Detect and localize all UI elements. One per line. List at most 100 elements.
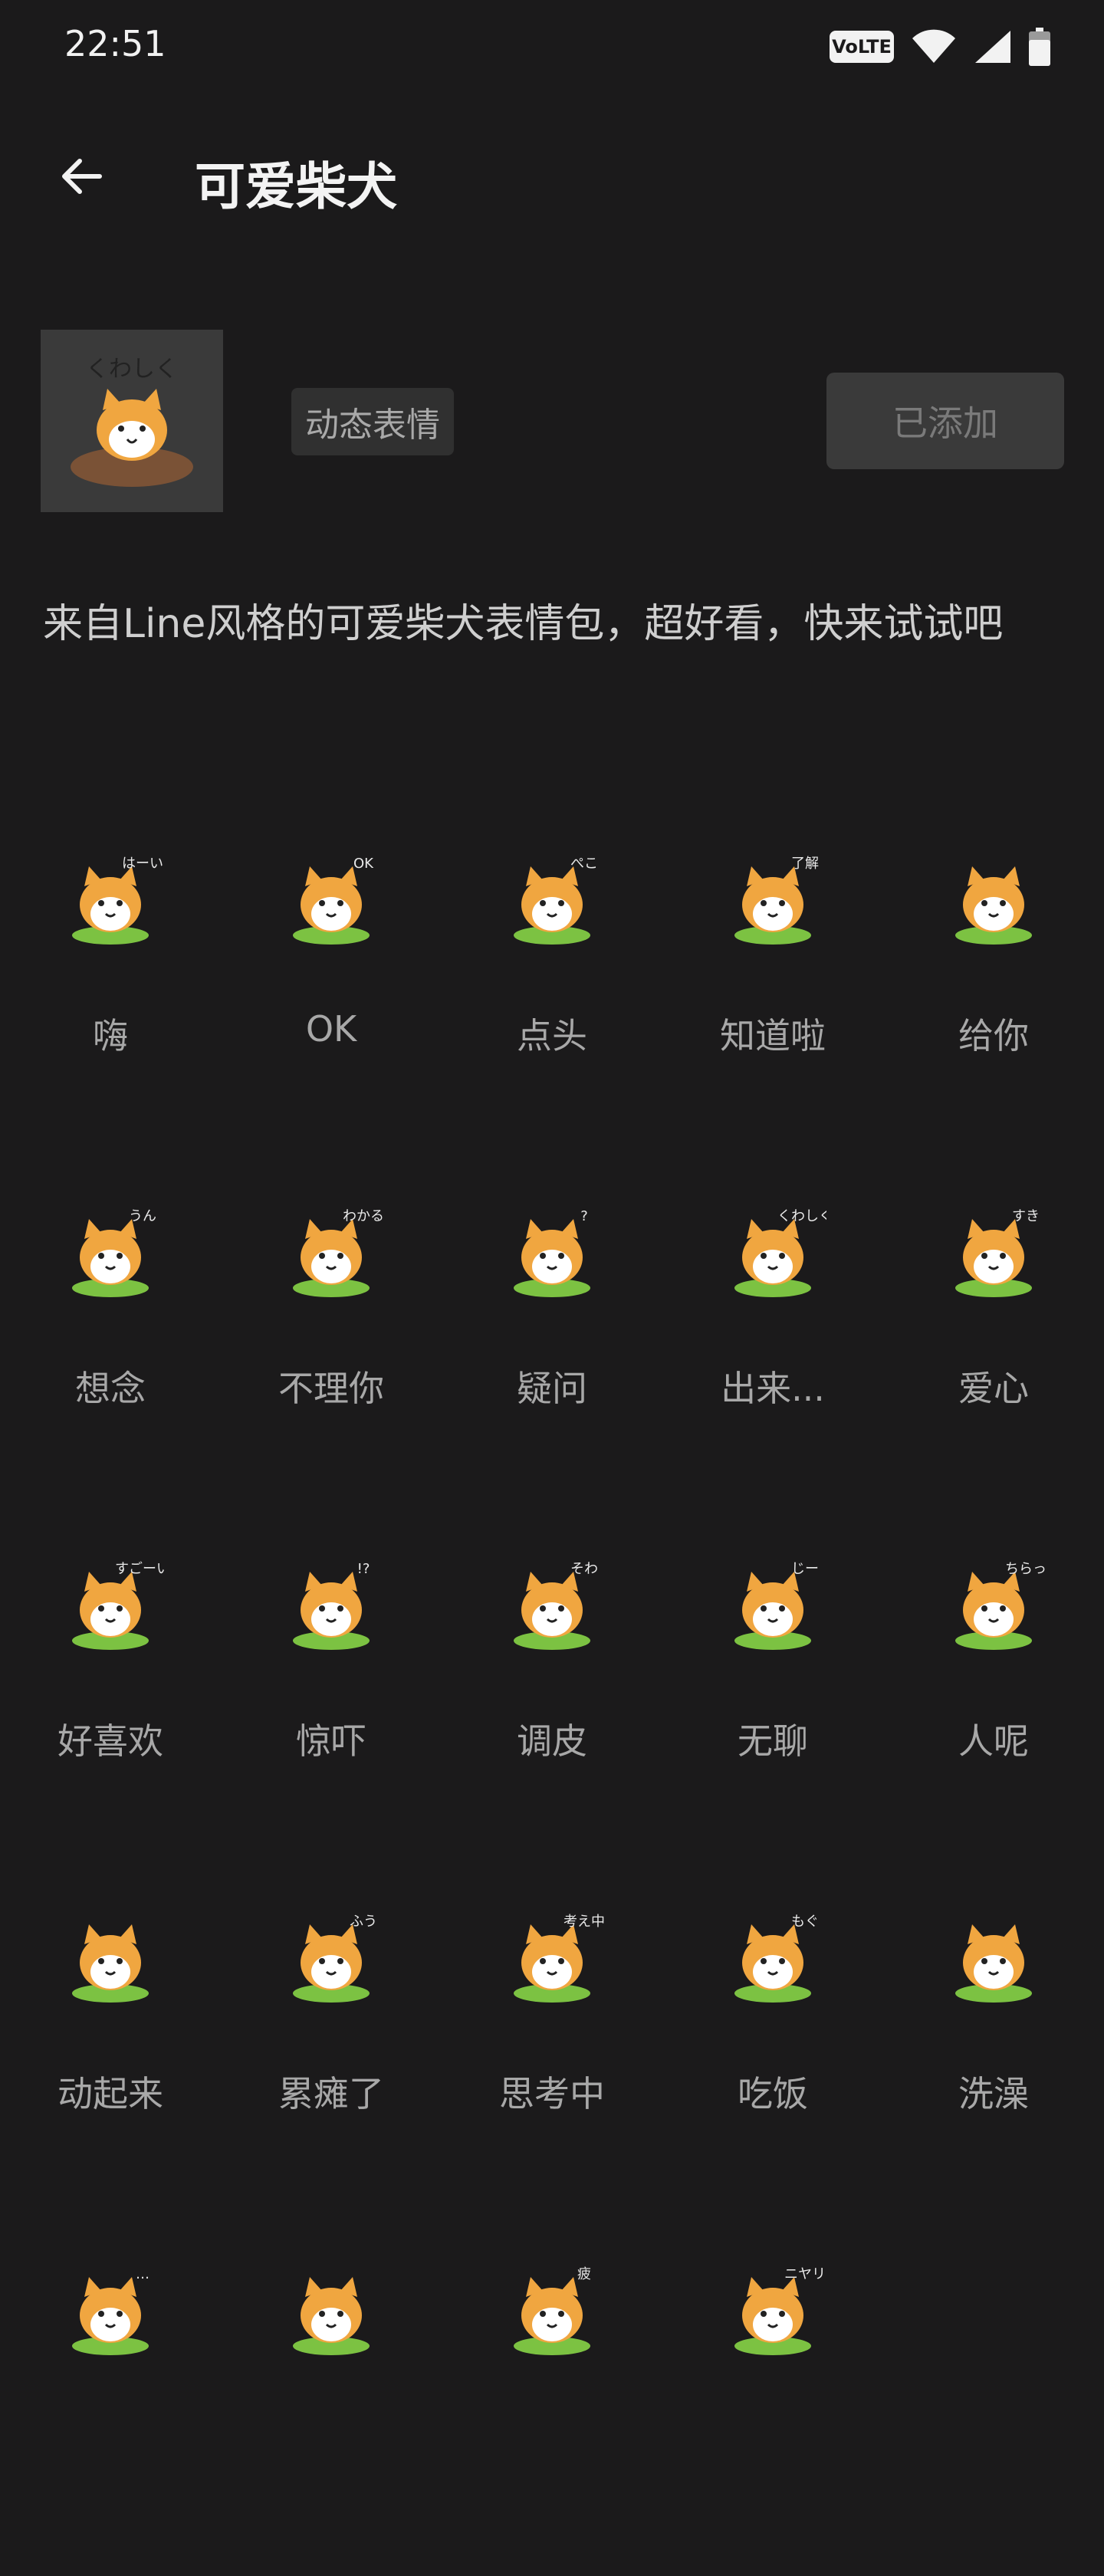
status-time: 22:51 (64, 23, 166, 64)
shiba-dig-thumb-icon: くわしく (71, 356, 193, 487)
sticker-item[interactable]: 给你 (883, 813, 1104, 1165)
sticker-caption: すき (1012, 1208, 1040, 1224)
sticker-caption: くわしく (777, 1208, 826, 1224)
status-icons: VoLTE (830, 28, 1050, 66)
sticker-label: 惊吓 (296, 1720, 366, 1762)
sticker-item[interactable]: !? 惊吓 (221, 1518, 442, 1871)
sticker-item[interactable]: もぐ 吃饭 (662, 1871, 883, 2223)
sticker-label: 给你 (958, 1015, 1029, 1056)
sticker-label: 知道啦 (720, 1015, 826, 1056)
sticker-item[interactable]: ニヤリ (662, 2223, 883, 2576)
sticker-item[interactable]: ふう 累瘫了 (221, 1871, 442, 2223)
shiba-leash-icon (293, 2277, 370, 2355)
sticker-label: 人呢 (958, 1720, 1029, 1762)
sticker-caption: はーい (122, 856, 163, 872)
shiba-give-icon (955, 866, 1032, 945)
sticker-item[interactable]: そわ 调皮 (442, 1518, 662, 1871)
sticker-caption: もぐ (791, 1914, 819, 1930)
sticker-item[interactable]: じー 无聊 (662, 1518, 883, 1871)
shiba-sign-icon: 了解 (734, 856, 819, 945)
sticker-item[interactable] (221, 2223, 442, 2576)
shiba-eat-icon: もぐ (734, 1914, 819, 2003)
sticker-item[interactable]: 动起来 (0, 1871, 221, 2223)
shiba-think-icon: 考え中 (514, 1914, 605, 2003)
shiba-heart-icon: すき (955, 1208, 1040, 1297)
page-title: 可爱柴犬 (195, 157, 397, 216)
app-bar: 可爱柴犬 (0, 130, 1104, 222)
sticker-caption: ? (580, 1208, 588, 1224)
sticker-caption: うん (129, 1208, 156, 1224)
sticker-item[interactable]: ぺこ 点头 (442, 813, 662, 1165)
sticker-caption: !? (357, 1561, 370, 1577)
sticker-caption: OK (353, 856, 374, 872)
sticker-caption: わかる (343, 1208, 384, 1224)
volte-icon: VoLTE (830, 31, 894, 63)
wifi-icon (912, 29, 955, 63)
sticker-item[interactable]: わかる 不理你 (221, 1165, 442, 1518)
shiba-peek-icon: じー (734, 1561, 819, 1650)
sticker-item[interactable]: OK OK (221, 813, 442, 1165)
cell-signal-icon (975, 31, 1010, 63)
sticker-caption: 疲 (577, 2266, 591, 2282)
pack-thumbnail: くわしく (41, 330, 223, 512)
added-button[interactable]: 已添加 (826, 373, 1064, 469)
sticker-item[interactable]: すごーい 好喜欢 (0, 1518, 221, 1871)
arrow-back-icon (62, 159, 102, 194)
sticker-caption: ぺこ (570, 856, 598, 872)
sticker-caption: 了解 (791, 856, 819, 872)
shiba-roll-icon (72, 1924, 149, 2003)
sticker-caption: … (136, 2266, 150, 2282)
sticker-item[interactable]: ? 疑问 (442, 1165, 662, 1518)
battery-icon (1029, 28, 1050, 66)
sticker-caption: じー (791, 1561, 819, 1577)
shiba-bubble-icon: わかる (293, 1208, 384, 1297)
shiba-house-icon: ちらっ (955, 1561, 1046, 1650)
sticker-item[interactable]: 考え中 思考中 (442, 1871, 662, 2223)
sticker-item[interactable]: 了解 知道啦 (662, 813, 883, 1165)
shiba-shock-icon: !? (293, 1561, 370, 1650)
sticker-caption: ニヤリ (784, 2266, 826, 2282)
sticker-label: 嗨 (93, 1015, 128, 1056)
sticker-label: 想念 (75, 1368, 146, 1409)
sticker-caption: そわ (570, 1561, 598, 1577)
sticker-caption: ちらっ (1005, 1561, 1046, 1577)
sticker-caption: ふう (350, 1914, 377, 1930)
sticker-label: 吃饭 (738, 2073, 808, 2114)
sticker-label: OK (305, 1008, 357, 1050)
shiba-dig-icon: くわしく (734, 1208, 826, 1297)
sticker-label: 疑问 (517, 1368, 587, 1409)
sticker-item[interactable]: … (0, 2223, 221, 2576)
shiba-pillow-icon: ふう (293, 1914, 377, 2003)
sticker-label: 爱心 (958, 1368, 1029, 1409)
thumb-caption: くわしく (86, 356, 178, 383)
shiba-nod-icon: ぺこ (514, 856, 598, 945)
shiba-question-icon: ? (514, 1208, 590, 1297)
sticker-caption: すごーい (115, 1561, 164, 1577)
back-button[interactable] (43, 138, 120, 215)
sticker-caption: 考え中 (564, 1914, 605, 1930)
shiba-sparkle-icon: すごーい (72, 1561, 164, 1650)
animated-tag: 动态表情 (291, 388, 454, 455)
shiba-smirk-icon: ニヤリ (734, 2266, 826, 2355)
shiba-wave-icon: はーい (72, 856, 163, 945)
sticker-label: 点头 (517, 1015, 587, 1056)
sticker-item[interactable]: 洗澡 (883, 1871, 1104, 2223)
sticker-item[interactable]: 疲 (442, 2223, 662, 2576)
sticker-item[interactable]: くわしく 出来... (662, 1165, 883, 1518)
sticker-label: 累瘫了 (278, 2073, 384, 2114)
sticker-item[interactable]: はーい 嗨 (0, 813, 221, 1165)
sticker-item[interactable]: ちらっ 人呢 (883, 1518, 1104, 1871)
sticker-label: 不理你 (278, 1368, 384, 1409)
shiba-bowl-icon: そわ (514, 1561, 598, 1650)
sticker-label: 洗澡 (958, 2073, 1029, 2114)
sticker-label: 思考中 (499, 2073, 605, 2114)
sticker-label: 无聊 (738, 1720, 808, 1762)
sticker-item[interactable]: すき 爱心 (883, 1165, 1104, 1518)
sticker-label: 好喜欢 (58, 1720, 163, 1762)
shiba-ok-icon: OK (293, 856, 374, 945)
status-bar: 22:51 VoLTE (0, 0, 1104, 100)
pack-description: 来自Line风格的可爱柴犬表情包，超好看，快来试试吧 (43, 601, 1004, 647)
shiba-dots-icon: … (72, 2266, 150, 2355)
sticker-item[interactable]: うん 想念 (0, 1165, 221, 1518)
sticker-label: 调皮 (517, 1720, 587, 1762)
